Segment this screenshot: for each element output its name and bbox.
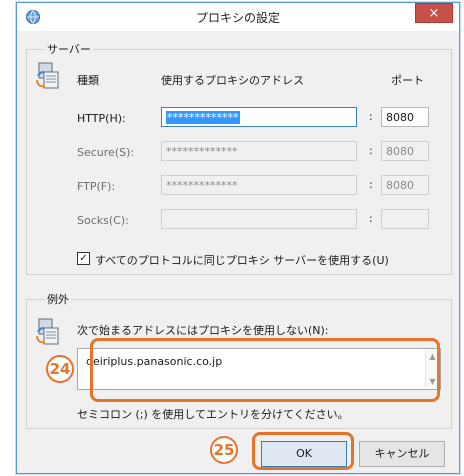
proxy-settings-dialog: プロキシの設定 × サーバー 種類 使用するプロキシのアドレス ポート HTTP… [16,2,460,474]
server-settings-icon [36,62,59,89]
socks-port-input[interactable] [381,209,429,229]
column-address-header: 使用するプロキシのアドレス [161,74,304,87]
exceptions-callout [90,338,440,402]
ftp-address-input[interactable]: ************* [161,175,357,195]
secure-label: Secure(S): [77,146,135,159]
http-port-input[interactable]: 8080 [381,107,429,127]
secure-port-input[interactable]: 8080 [381,141,429,161]
exceptions-icon [36,318,59,345]
column-port-header: ポート [391,74,424,87]
same-proxy-label[interactable]: すべてのプロトコルに同じプロキシ サーバーを使用する(U) [95,252,389,268]
window-title: プロキシの設定 [195,11,280,25]
socks-label: Socks(C): [77,214,129,227]
exceptions-group-title: 例外 [45,291,71,307]
title-bar: プロキシの設定 × [17,3,459,31]
close-button[interactable]: × [415,3,453,23]
servers-group: サーバー 種類 使用するプロキシのアドレス ポート HTTP(H): *****… [26,41,452,275]
ftp-port-input[interactable]: 8080 [381,175,429,195]
secure-address-input[interactable]: ************* [161,141,357,161]
servers-group-title: サーバー [45,41,93,57]
same-proxy-checkbox[interactable]: ✓ [77,252,90,265]
cancel-button[interactable]: キャンセル [359,441,445,467]
socks-address-input[interactable] [161,209,357,229]
exceptions-hint: セミコロン (;) を使用してエントリを分けてください。 [77,408,349,421]
step-25-badge: 25 [210,436,238,464]
step-24-badge: 24 [46,355,74,383]
http-label: HTTP(H): [77,112,126,125]
ftp-label: FTP(F): [77,180,116,193]
http-address-input[interactable]: ************* [161,107,357,127]
exceptions-instruction: 次で始まるアドレスにはプロキシを使用しない(N): [77,324,329,337]
ok-button-callout [252,432,354,470]
column-type-header: 種類 [77,74,99,87]
